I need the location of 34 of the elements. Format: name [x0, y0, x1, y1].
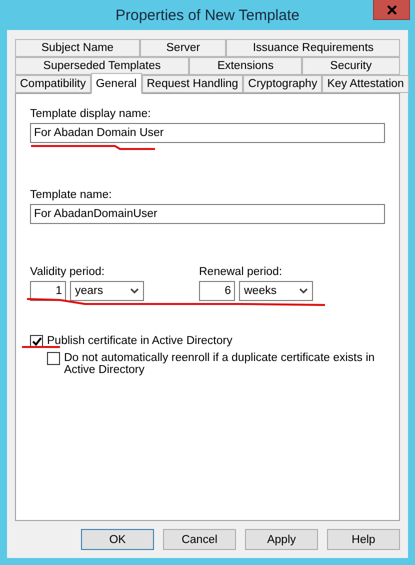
- tab[interactable]: Issuance Requirements: [226, 39, 400, 57]
- dialog-button[interactable]: Cancel: [163, 529, 236, 550]
- tab[interactable]: Security: [302, 57, 400, 75]
- field-label: Template display name:: [30, 108, 152, 120]
- number-field[interactable]: 1: [30, 281, 66, 301]
- tab[interactable]: Extensions: [189, 57, 302, 75]
- field-label: Template name:: [30, 189, 113, 201]
- dialog-button[interactable]: OK: [81, 529, 154, 550]
- tab[interactable]: Superseded Templates: [15, 57, 190, 75]
- tab[interactable]: Cryptography: [243, 75, 322, 93]
- tab[interactable]: Key Attestation: [322, 75, 409, 93]
- display-name-field[interactable]: For Abadan Domain User: [30, 123, 385, 143]
- field-label: Validity period:: [30, 266, 106, 278]
- tab[interactable]: Server: [140, 39, 226, 57]
- checkbox-label[interactable]: Publish certificate in Active Directory: [47, 335, 232, 347]
- tab[interactable]: Subject Name: [15, 39, 140, 57]
- unit-dropdown[interactable]: years: [70, 281, 144, 301]
- chevron-icon: [299, 288, 308, 294]
- field-label: Renewal period:: [199, 266, 284, 278]
- dialog-button[interactable]: Help: [327, 529, 400, 550]
- close-button[interactable]: [373, 0, 410, 20]
- template-name-field[interactable]: For AbadanDomainUser: [30, 204, 385, 224]
- tab[interactable]: Compatibility: [15, 75, 91, 93]
- tab[interactable]: Request Handling: [142, 75, 244, 93]
- underline-mark: [22, 346, 60, 348]
- chevron-icon: [130, 288, 139, 294]
- dialog-button[interactable]: Apply: [245, 529, 318, 550]
- checkbox[interactable]: [47, 352, 60, 365]
- window-title: Properties of New Template: [116, 6, 300, 24]
- number-field[interactable]: 6: [199, 281, 235, 301]
- unit-dropdown[interactable]: weeks: [239, 281, 313, 301]
- close-icon: [386, 4, 396, 14]
- checkbox-label[interactable]: Do not automatically reenroll if a duplicate certificate exists in Active Directory: [64, 352, 385, 376]
- tab[interactable]: General: [90, 73, 142, 94]
